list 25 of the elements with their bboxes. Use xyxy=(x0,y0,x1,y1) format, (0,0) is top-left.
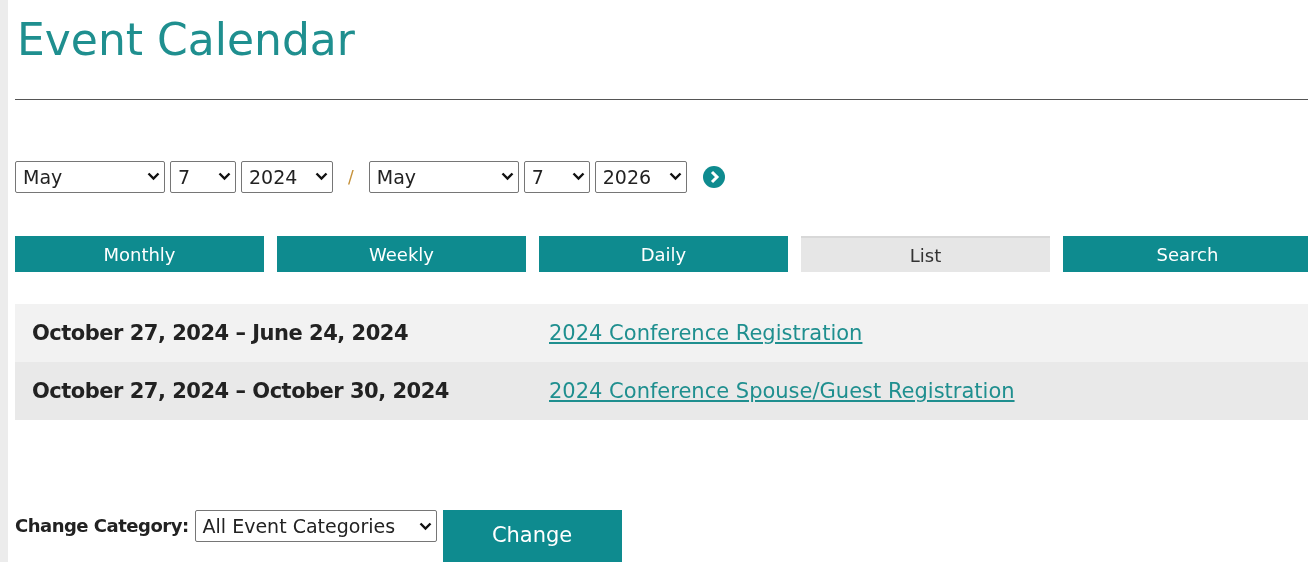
view-tab[interactable]: Daily xyxy=(539,236,788,272)
view-tab[interactable]: Search xyxy=(1063,236,1308,272)
event-dates: October 27, 2024 – October 30, 2024 xyxy=(32,379,450,403)
chevron-down-icon xyxy=(668,172,682,181)
event-dates: October 27, 2024 – June 24, 2024 xyxy=(32,321,410,345)
chevron-down-icon xyxy=(571,172,585,181)
view-tab[interactable]: List xyxy=(801,236,1050,272)
category-label: Change Category: xyxy=(15,515,189,536)
category-select[interactable]: All Event Categories xyxy=(194,510,437,542)
day-select[interactable]: 7 xyxy=(523,160,590,193)
chevron-down-icon xyxy=(418,521,432,531)
chevron-down-icon xyxy=(500,172,514,181)
chevron-down-icon xyxy=(147,172,160,181)
year-select[interactable]: 2024 xyxy=(241,160,333,193)
year-select[interactable]: 2026 xyxy=(594,160,687,193)
month-select[interactable]: May xyxy=(368,160,519,193)
view-tab[interactable]: Monthly xyxy=(15,236,264,272)
date-separator: / xyxy=(348,166,354,187)
chevron-down-icon xyxy=(218,172,231,181)
page-title: Event Calendar xyxy=(16,13,356,67)
day-select[interactable]: 7 xyxy=(170,160,236,193)
month-select[interactable]: May xyxy=(15,160,165,193)
chevron-down-icon xyxy=(315,172,328,181)
view-tab[interactable]: Weekly xyxy=(277,236,526,272)
change-button[interactable]: Change xyxy=(442,510,622,562)
